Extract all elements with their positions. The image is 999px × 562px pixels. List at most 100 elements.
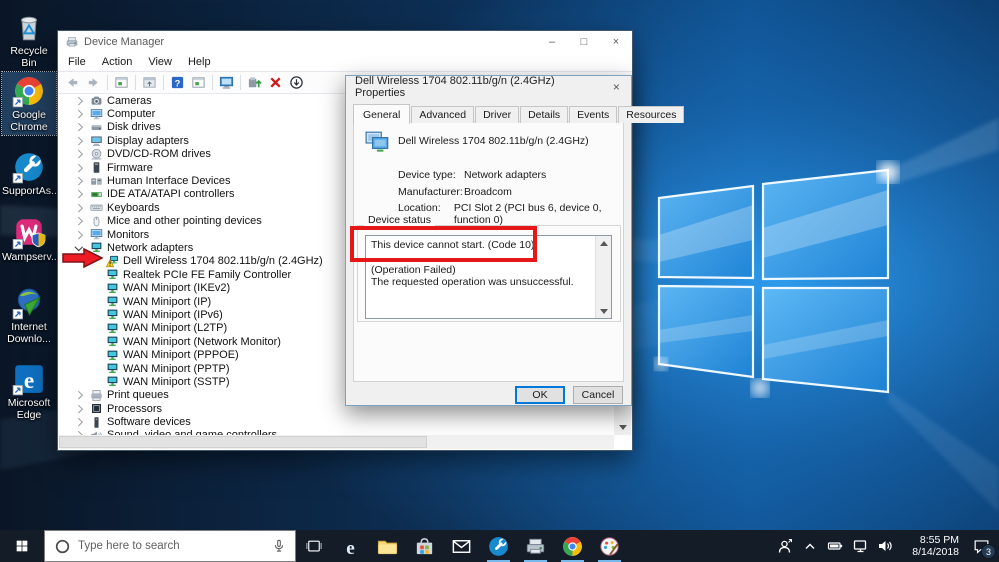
status-line: (Operation Failed)	[371, 263, 456, 276]
chevron-collapsed-icon[interactable]	[72, 202, 86, 213]
disable-device-button[interactable]	[286, 74, 307, 92]
desktop-icon-chrome[interactable]: Google Chrome	[1, 71, 57, 136]
tree-item[interactable]: Software devices	[59, 415, 614, 428]
network-icon	[106, 268, 119, 281]
device-status-label: Device status	[364, 214, 436, 226]
clock[interactable]: 8:55 PM 8/14/2018	[897, 534, 963, 558]
tab-advanced[interactable]: Advanced	[411, 106, 475, 123]
ok-button[interactable]: OK	[515, 386, 565, 404]
uninstall-button[interactable]	[265, 74, 286, 92]
close-button[interactable]: ×	[600, 31, 632, 53]
chevron-collapsed-icon[interactable]	[72, 417, 86, 428]
tree-item-label: Monitors	[107, 228, 150, 241]
scroll-up-icon[interactable]	[596, 236, 611, 250]
taskbar-app-file-explorer[interactable]	[369, 530, 406, 562]
toolbar-separator	[163, 75, 164, 90]
chevron-collapsed-icon[interactable]	[72, 109, 86, 120]
scroll-down-icon[interactable]	[596, 304, 611, 318]
microphone-icon[interactable]	[272, 539, 286, 553]
tree-item-label: Processors	[107, 402, 163, 415]
chevron-collapsed-icon[interactable]	[72, 216, 86, 227]
tab-resources[interactable]: Resources	[618, 106, 685, 123]
tab-events[interactable]: Events	[569, 106, 618, 123]
chevron-collapsed-icon[interactable]	[72, 122, 86, 133]
network-icon	[106, 349, 119, 362]
taskbar-app-device-manager[interactable]	[517, 530, 554, 562]
chevron-collapsed-icon[interactable]	[72, 162, 86, 173]
tray-battery-icon[interactable]	[822, 530, 847, 562]
help-button[interactable]: ?	[167, 74, 188, 92]
device-manager-titlebar: Device Manager – □ ×	[58, 31, 632, 53]
tray-chevron-up-icon[interactable]	[797, 530, 822, 562]
taskbar-app-supportassist[interactable]	[480, 530, 517, 562]
taskbar-app-mail[interactable]	[443, 530, 480, 562]
taskbar-app-store[interactable]	[406, 530, 443, 562]
dialog-close-icon[interactable]: ×	[602, 76, 631, 98]
chevron-collapsed-icon[interactable]	[72, 189, 86, 200]
tree-item-label: Dell Wireless 1704 802.11b/g/n (2.4GHz)	[123, 255, 323, 268]
field-row: Manufacturer: Broadcom	[398, 186, 512, 198]
svg-text:?: ?	[175, 78, 181, 88]
clock-date: 8/14/2018	[912, 546, 959, 558]
field-label: Manufacturer:	[398, 185, 463, 198]
back-button[interactable]	[62, 74, 83, 92]
start-button[interactable]	[0, 530, 44, 562]
camera-icon	[90, 94, 103, 107]
menu-action[interactable]: Action	[94, 56, 141, 68]
dialog-tabs: General Advanced Driver Details Events Resour…	[353, 103, 685, 124]
window-title: Device Manager	[84, 36, 165, 48]
network-warning-icon	[106, 255, 119, 268]
taskbar-app-edge[interactable]: e	[332, 530, 369, 562]
tray-volume-icon[interactable]	[872, 530, 897, 562]
taskbar-app-chrome[interactable]	[554, 530, 591, 562]
console-button[interactable]	[188, 74, 209, 92]
computer-icon	[90, 108, 103, 121]
menu-help[interactable]: Help	[180, 56, 219, 68]
keyboard-icon	[90, 201, 103, 214]
tray-people-icon[interactable]	[772, 530, 797, 562]
tree-item-label: Firmware	[107, 161, 153, 174]
horizontal-scrollbar[interactable]	[59, 435, 614, 449]
supportassist-icon	[12, 150, 46, 184]
desktop-icon-supportassist[interactable]: SupportAs...	[2, 148, 60, 200]
chevron-collapsed-icon[interactable]	[72, 176, 86, 187]
desktop-icon-wamp[interactable]: Wampserv...	[2, 214, 60, 266]
tree-item-label: WAN Miniport (L2TP)	[123, 322, 228, 335]
remote-desktop-button[interactable]	[216, 74, 237, 92]
export-button[interactable]	[139, 74, 160, 92]
minimize-button[interactable]: –	[536, 31, 568, 53]
chevron-collapsed-icon[interactable]	[72, 403, 86, 414]
search-box[interactable]: Type here to search	[44, 530, 296, 562]
chevron-collapsed-icon[interactable]	[72, 229, 86, 240]
menu-view[interactable]: View	[140, 56, 180, 68]
tray-network-icon[interactable]	[847, 530, 872, 562]
chevron-collapsed-icon[interactable]	[72, 149, 86, 160]
tab-driver[interactable]: Driver	[475, 106, 520, 123]
tree-item-label: DVD/CD-ROM drives	[107, 148, 211, 161]
cancel-button[interactable]: Cancel	[573, 386, 623, 404]
desktop-icon-recycle-bin[interactable]: Recycle Bin	[2, 8, 56, 71]
menu-file[interactable]: File	[60, 56, 94, 68]
desktop-icon-idm[interactable]: Internet Downlo...	[2, 284, 56, 347]
recycle-bin-icon	[12, 10, 46, 44]
console-button[interactable]	[111, 74, 132, 92]
desktop-icon-label: Microsoft Edge	[7, 397, 51, 421]
scrollbar-thumb[interactable]	[59, 436, 427, 448]
tab-details[interactable]: Details	[520, 106, 569, 123]
chevron-collapsed-icon[interactable]	[72, 95, 86, 106]
status-scrollbar[interactable]	[595, 236, 611, 318]
desktop-icon-edge[interactable]: e Microsoft Edge	[2, 360, 56, 423]
menu-bar: File Action View Help	[58, 53, 632, 71]
forward-button[interactable]	[83, 74, 104, 92]
taskbar-app-paint[interactable]	[591, 530, 628, 562]
task-view-button[interactable]	[296, 530, 332, 562]
update-driver-button[interactable]	[244, 74, 265, 92]
maximize-button[interactable]: □	[568, 31, 600, 53]
chevron-collapsed-icon[interactable]	[72, 135, 86, 146]
tab-general[interactable]: General	[353, 104, 411, 124]
action-center-button[interactable]: 3	[963, 530, 999, 562]
chevron-collapsed-icon[interactable]	[72, 390, 86, 401]
scroll-down-icon[interactable]	[614, 419, 631, 435]
